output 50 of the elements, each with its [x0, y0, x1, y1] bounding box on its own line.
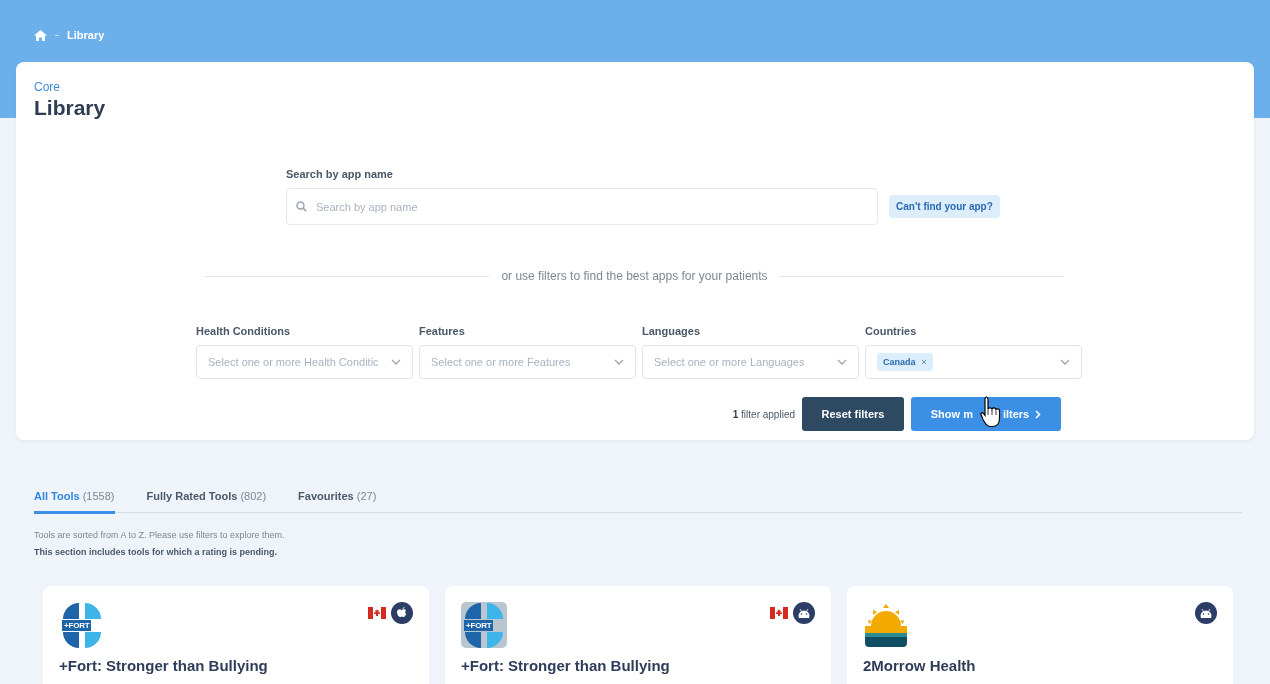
app-title: 2Morrow Health	[863, 657, 977, 674]
app-card[interactable]: +FORT +Fort: Stronger than Bullying	[43, 586, 429, 684]
logo-text: +FORT	[464, 619, 494, 631]
logo-top-drawing	[464, 602, 504, 619]
page-title: Library	[34, 96, 107, 120]
android-icon	[793, 602, 815, 624]
remove-icon[interactable]	[920, 359, 927, 365]
flag-icon	[368, 607, 386, 619]
field-label: Search by app name	[286, 168, 394, 180]
tab[interactable]: Favourites (27)	[298, 490, 377, 514]
apple-icon	[391, 602, 413, 624]
logo-text: +FORT	[62, 619, 92, 631]
chevron-right-icon	[1035, 409, 1042, 419]
field-label: Features	[419, 325, 466, 337]
breadcrumb-item: Library	[67, 29, 105, 41]
chevron-down-icon	[391, 359, 401, 365]
dropdown-field[interactable]: Canada	[865, 345, 1082, 379]
home-icon[interactable]	[34, 29, 47, 41]
chevron-down-icon	[614, 359, 624, 365]
logo-bottom-drawing	[62, 631, 102, 648]
app-card[interactable]: 2Morrow Health	[847, 586, 1233, 684]
dropdown-placeholder: Select one or more Languages	[654, 356, 806, 368]
logo-bottom-drawing	[464, 631, 504, 648]
search-field[interactable]: Search by app name	[286, 188, 878, 225]
logo-top-drawing	[62, 602, 102, 619]
app-card[interactable]: +FORT +Fort: Stronger than Bullying	[445, 586, 831, 684]
show-more-button[interactable]: Show m ilters	[911, 397, 1061, 431]
reset-button[interactable]: Reset filters	[802, 397, 904, 431]
divider-text: or use filters to find the best apps for your patients	[501, 269, 768, 283]
filter-chip[interactable]: Canada	[877, 353, 933, 371]
dropdown-placeholder: Select one or more Health Conditic	[208, 356, 380, 368]
page-category: Core	[34, 80, 61, 94]
filter-count: 1 filter applied	[732, 408, 795, 420]
tab[interactable]: All Tools (1558)	[34, 490, 115, 514]
android-icon	[1195, 602, 1217, 624]
flag-icon	[770, 607, 788, 619]
chevron-down-icon	[1060, 359, 1070, 365]
field-label: Languages	[642, 325, 702, 337]
tab[interactable]: Fully Rated Tools (802)	[146, 490, 267, 514]
info-text: Tools are sorted from A to Z. Please use filters to explore them.	[34, 530, 286, 540]
field-label: Countries	[865, 325, 918, 337]
app-title: +Fort: Stronger than Bullying	[59, 657, 269, 674]
chevron-down-icon	[837, 359, 847, 365]
search-icon	[296, 201, 307, 212]
field-label: Health Conditions	[196, 325, 292, 337]
app-title: +Fort: Stronger than Bullying	[461, 657, 671, 674]
info-text: This section includes tools for which a rating is pending.	[34, 547, 279, 557]
dropdown-placeholder: Select one or more Features	[431, 356, 572, 368]
app-logo-icon	[863, 602, 909, 648]
help-link[interactable]: Can't find your app?	[889, 195, 1000, 218]
